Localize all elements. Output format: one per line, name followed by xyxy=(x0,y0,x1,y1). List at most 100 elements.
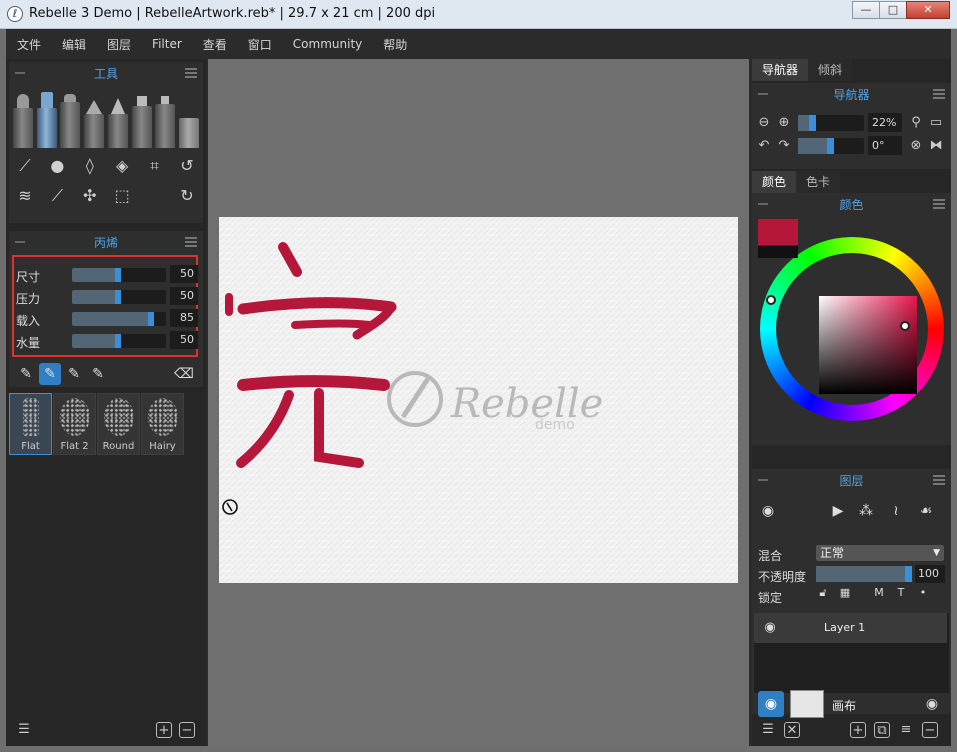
ink-pen-tool[interactable] xyxy=(107,98,128,148)
water-slider[interactable] xyxy=(72,334,166,348)
opacity-value[interactable]: 100 xyxy=(915,565,945,583)
eraser-icon[interactable]: ⌫ xyxy=(173,363,195,385)
new-layer-icon[interactable]: + xyxy=(850,722,866,738)
pressure-value[interactable]: 50 xyxy=(170,287,198,305)
tab-navigator[interactable]: 导航器 xyxy=(752,59,809,81)
panel-menu-icon[interactable] xyxy=(933,199,945,209)
collapse-icon[interactable] xyxy=(758,93,768,95)
transform-icon[interactable]: ✣ xyxy=(80,186,100,206)
eyedropper-icon[interactable]: ⟋ xyxy=(47,186,67,206)
tab-color[interactable]: 颜色 xyxy=(752,171,797,193)
paper-canvas[interactable]: Rebelle demo xyxy=(219,217,738,583)
blend-mode-select[interactable]: 正常 ▼ xyxy=(816,545,944,561)
redo-icon[interactable]: ↻ xyxy=(177,186,197,206)
smudge-pen-icon[interactable]: ✎ xyxy=(87,363,109,385)
selection-icon[interactable]: ⬚ xyxy=(112,186,132,206)
menu-file[interactable]: 文件 xyxy=(17,36,41,53)
crop-icon[interactable]: ⌗ xyxy=(145,156,165,176)
panel-menu-icon[interactable] xyxy=(933,475,945,485)
preset-flat-2[interactable]: Flat 2 xyxy=(53,393,96,455)
pastel-tool[interactable] xyxy=(60,94,81,148)
dot-icon[interactable]: • xyxy=(916,586,930,600)
menu-edit[interactable]: 编辑 xyxy=(62,36,86,53)
paper-settings-icon[interactable]: ◉ xyxy=(922,694,942,714)
diffusion-icon[interactable]: ☙ xyxy=(916,501,936,521)
wet-layer-eye-icon[interactable]: ◉ xyxy=(758,501,778,521)
water-value[interactable]: 50 xyxy=(170,331,198,349)
layer-settings-icon[interactable]: ☰ xyxy=(760,722,776,738)
pencil-tool[interactable] xyxy=(84,100,105,148)
background-color-swatch[interactable] xyxy=(758,246,798,258)
collapse-icon[interactable] xyxy=(758,203,768,205)
menu-help[interactable]: 帮助 xyxy=(383,36,407,53)
foreground-color-swatch[interactable] xyxy=(758,219,798,245)
stencil-icon[interactable]: ◈ xyxy=(112,156,132,176)
paint-pen-selected-icon[interactable]: ✎ xyxy=(39,363,61,385)
menu-view[interactable]: 查看 xyxy=(203,36,227,53)
size-value[interactable]: 50 xyxy=(170,265,198,283)
reset-rotation-icon[interactable]: ⊗ xyxy=(908,138,924,154)
menu-community[interactable]: Community xyxy=(293,37,362,51)
fit-window-icon[interactable]: ▭ xyxy=(928,115,944,131)
water-drop-icon[interactable]: ◊ xyxy=(80,156,100,176)
duplicate-layer-icon[interactable]: ⧉ xyxy=(874,722,890,738)
tab-tilt[interactable]: 倾斜 xyxy=(808,59,853,81)
delete-layer-icon[interactable]: ✕ xyxy=(784,722,800,738)
hue-wheel[interactable] xyxy=(760,237,944,421)
rotation-slider[interactable] xyxy=(798,138,864,154)
blend-pen-icon[interactable]: ✎ xyxy=(63,363,85,385)
minimize-button[interactable]: — xyxy=(852,1,880,19)
load-value[interactable]: 85 xyxy=(170,309,198,327)
canvas-workspace[interactable]: Rebelle demo xyxy=(208,59,749,746)
rotate-right-icon[interactable]: ↷ xyxy=(776,138,792,154)
maximize-button[interactable]: □ xyxy=(879,1,907,19)
panel-menu-icon[interactable] xyxy=(933,89,945,99)
collapse-icon[interactable] xyxy=(15,72,25,74)
zoom-fit-icon[interactable]: ⚲ xyxy=(908,115,924,131)
blend-icon[interactable]: ● xyxy=(47,156,67,176)
layer-visibility-eye-icon[interactable]: ◉ xyxy=(762,620,778,636)
rotation-value[interactable]: 0° xyxy=(868,136,902,155)
zoom-slider[interactable] xyxy=(798,115,864,131)
panel-menu-icon[interactable] xyxy=(185,237,197,247)
acrylic-brush-tool[interactable] xyxy=(36,92,57,148)
menu-window[interactable]: 窗口 xyxy=(248,36,272,53)
zoom-out-icon[interactable]: ⊖ xyxy=(756,115,772,131)
duplicate-preset-icon[interactable]: + xyxy=(156,722,172,738)
hue-marker[interactable] xyxy=(766,295,776,305)
zoom-in-icon[interactable]: ⊕ xyxy=(776,115,792,131)
wet-layer-icon[interactable]: ≀ xyxy=(886,501,906,521)
menu-filter[interactable]: Filter xyxy=(152,37,182,51)
collapse-icon[interactable] xyxy=(758,479,768,481)
preset-round[interactable]: Round xyxy=(97,393,140,455)
tracing-lock-toggle[interactable]: T xyxy=(894,586,908,600)
close-button[interactable]: ✕ xyxy=(906,1,950,19)
paint-pen-icon[interactable]: ✎ xyxy=(15,363,37,385)
watercolor-brush-tool[interactable] xyxy=(13,94,33,148)
pressure-slider[interactable] xyxy=(72,290,166,304)
preset-hairy[interactable]: Hairy xyxy=(141,393,184,455)
mask-lock-toggle[interactable]: M xyxy=(872,586,886,600)
flip-horizontal-icon[interactable]: ⧓ xyxy=(928,138,944,154)
zoom-value[interactable]: 22% xyxy=(868,113,902,132)
smudge-icon[interactable]: ⟋ xyxy=(15,156,35,176)
lock-transparency-icon[interactable]: ▦ xyxy=(838,586,852,600)
dry-layer-icon[interactable]: ⁂ xyxy=(856,501,876,521)
airbrush-tool[interactable] xyxy=(155,96,176,148)
panel-menu-icon[interactable] xyxy=(185,68,197,78)
load-slider[interactable] xyxy=(72,312,166,326)
canvas-visibility-eye-icon[interactable]: ◉ xyxy=(758,691,784,717)
preset-flat[interactable]: Flat xyxy=(9,393,52,455)
settings-sliders-icon[interactable]: ☰ xyxy=(16,722,32,738)
opacity-slider[interactable] xyxy=(816,566,912,582)
size-slider[interactable] xyxy=(72,268,166,282)
merge-layer-icon[interactable]: ≡ xyxy=(898,722,914,738)
play-icon[interactable]: ▶ xyxy=(828,501,848,521)
saturation-value-square[interactable] xyxy=(819,296,917,394)
lock-icon[interactable]: 🔓︎ xyxy=(816,586,830,600)
marker-tool[interactable] xyxy=(131,96,152,148)
rotate-left-icon[interactable]: ↶ xyxy=(756,138,772,154)
tab-swatches[interactable]: 色卡 xyxy=(796,171,841,193)
remove-layer-icon[interactable]: − xyxy=(922,722,938,738)
collapse-icon[interactable] xyxy=(15,241,25,243)
